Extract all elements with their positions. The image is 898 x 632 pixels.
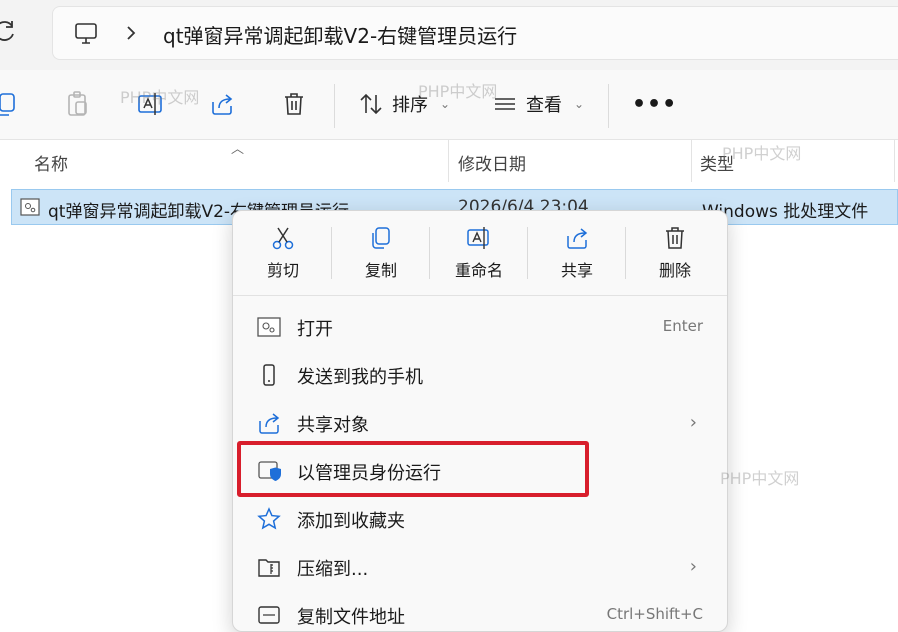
delete-label: 删除 — [658, 261, 691, 280]
refresh-icon[interactable] — [0, 18, 18, 44]
delete-button[interactable]: 删除 — [635, 221, 715, 287]
watermark-text: PHP中文网 — [418, 82, 498, 101]
rename-label: 重命名 — [454, 261, 503, 280]
this-pc-icon[interactable] — [73, 21, 99, 47]
quick-action-separator — [527, 227, 528, 279]
shortcut-hint: Ctrl+Shift+C — [606, 605, 703, 623]
copy-icon — [372, 227, 390, 249]
view-label: 查看 — [526, 95, 562, 116]
batch-file-icon — [20, 198, 40, 216]
toolbar-separator — [334, 84, 335, 128]
context-menu-quick-actions: 剪切 复制 重命名 共享 删除 — [233, 211, 727, 296]
watermark-text: PHP中文网 — [720, 469, 800, 488]
context-menu: 剪切 复制 重命名 共享 删除 打开 Enter 发送到我的手机 共享对象 › … — [232, 210, 728, 632]
quick-action-separator — [625, 227, 626, 279]
delete-icon[interactable] — [280, 90, 308, 118]
rename-icon — [467, 227, 489, 249]
shortcut-hint: Enter — [662, 317, 703, 335]
quick-action-separator — [331, 227, 332, 279]
cut-button[interactable]: 剪切 — [243, 221, 323, 287]
menu-item-label: 添加到收藏夹 — [297, 511, 405, 532]
watermark-text: PHP中文网 — [722, 144, 802, 163]
copy-icon[interactable] — [0, 90, 20, 118]
address-bar[interactable]: qt弹窗异常调起卸载V2-右键管理员运行 — [52, 6, 898, 60]
menu-item-label: 复制文件地址 — [297, 607, 405, 628]
annotation-highlight-box — [237, 441, 589, 497]
menu-item-copy-path[interactable]: 复制文件地址 Ctrl+Shift+C — [243, 592, 717, 631]
menu-item-open[interactable]: 打开 Enter — [243, 304, 717, 350]
copy-button[interactable]: 复制 — [341, 221, 421, 287]
column-header-modified[interactable]: 修改日期 — [458, 150, 526, 175]
scissors-icon — [272, 227, 294, 250]
copy-path-icon — [258, 606, 280, 624]
open-file-icon — [257, 317, 281, 337]
chevron-down-icon: ⌄ — [574, 97, 585, 111]
menu-item-label: 压缩到... — [297, 559, 369, 580]
chevron-right-icon: › — [689, 556, 697, 577]
column-divider[interactable] — [894, 140, 895, 182]
more-options-button[interactable]: ••• — [632, 92, 677, 117]
quick-action-separator — [429, 227, 430, 279]
menu-item-label: 打开 — [297, 319, 333, 340]
chevron-right-icon[interactable] — [123, 23, 139, 43]
share-button[interactable]: 共享 — [537, 221, 617, 287]
menu-item-label: 发送到我的手机 — [297, 367, 423, 388]
rename-button[interactable]: 重命名 — [439, 221, 519, 287]
sort-ascending-icon: ︿ — [231, 142, 245, 157]
menu-item-compress[interactable]: 压缩到... › — [243, 544, 717, 590]
toolbar-separator — [608, 84, 609, 128]
menu-item-share-with[interactable]: 共享对象 › — [243, 400, 717, 446]
menu-item-label: 共享对象 — [297, 415, 369, 436]
watermark-text: PHP中文网 — [120, 88, 200, 107]
phone-icon — [263, 364, 275, 386]
share-icon — [567, 228, 588, 249]
share-icon — [259, 413, 280, 434]
menu-item-send-to-phone[interactable]: 发送到我的手机 — [243, 352, 717, 398]
view-button[interactable]: 查看 ⌄ — [492, 88, 584, 120]
column-header-name[interactable]: 名称 — [34, 150, 68, 175]
star-icon — [257, 507, 281, 530]
menu-item-add-to-favorites[interactable]: 添加到收藏夹 — [243, 496, 717, 542]
share-icon[interactable] — [208, 90, 236, 118]
chevron-right-icon: › — [689, 412, 697, 433]
address-bar-area: qt弹窗异常调起卸载V2-右键管理员运行 — [0, 0, 898, 70]
share-label: 共享 — [560, 261, 593, 280]
sort-icon — [360, 93, 382, 115]
cut-label: 剪切 — [266, 261, 299, 280]
breadcrumb-current-folder[interactable]: qt弹窗异常调起卸载V2-右键管理员运行 — [163, 20, 517, 49]
copy-label: 复制 — [364, 261, 397, 280]
zip-archive-icon — [258, 559, 280, 577]
column-divider[interactable] — [691, 140, 692, 182]
paste-icon[interactable] — [64, 90, 92, 118]
column-divider[interactable] — [448, 140, 449, 182]
trash-icon — [666, 227, 684, 249]
